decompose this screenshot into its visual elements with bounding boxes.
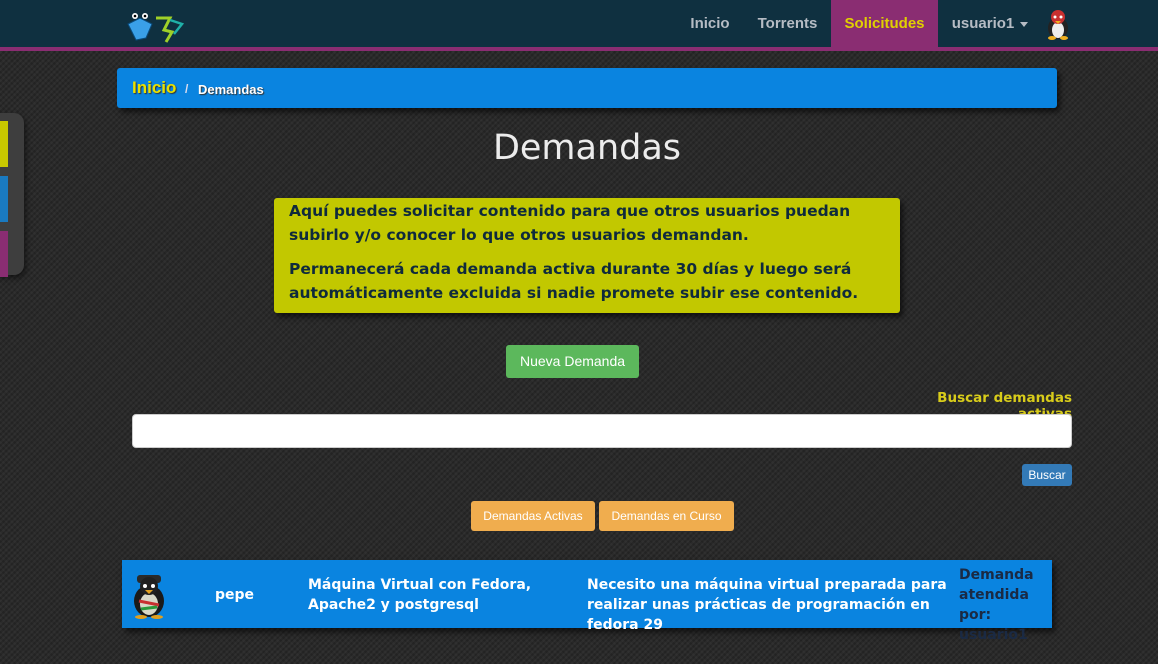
demand-description: Necesito una máquina virtual preparada p…: [587, 577, 947, 633]
side-tools-button[interactable]: [0, 176, 8, 222]
search-input[interactable]: [132, 414, 1072, 448]
breadcrumb: Inicio / Demandas: [117, 68, 1057, 108]
nav-inicio[interactable]: Inicio: [680, 0, 740, 47]
alert-text-2: Permanecerá cada demanda activa durante …: [289, 260, 859, 302]
demand-user: pepe: [215, 587, 255, 603]
in-progress-demands-button[interactable]: Demandas en Curso: [599, 501, 734, 531]
user-avatar-icon[interactable]: [1043, 8, 1073, 40]
info-alert: Aquí puedes solicitar contenido para que…: [274, 198, 900, 313]
top-navbar: Inicio Torrents Solicitudes usuario1: [0, 0, 1158, 51]
side-extra-button[interactable]: [0, 231, 8, 277]
new-demand-button[interactable]: Nueva Demanda: [506, 345, 639, 378]
chevron-down-icon: [1020, 21, 1029, 27]
alert-text-1: Aquí puedes solicitar contenido para que…: [289, 202, 851, 244]
search-button[interactable]: Buscar: [1022, 464, 1072, 486]
breadcrumb-current: Demandas: [198, 82, 264, 97]
nav-torrents[interactable]: Torrents: [750, 0, 825, 47]
demand-row[interactable]: pepe Máquina Virtual con Fedora, Apache2…: [122, 560, 1052, 643]
demand-title[interactable]: Máquina Virtual con Fedora, Apache2 y po…: [308, 575, 580, 615]
nav-solicitudes[interactable]: Solicitudes: [831, 0, 938, 47]
demand-user-avatar-icon: [134, 575, 164, 619]
breadcrumb-separator: /: [185, 82, 189, 96]
breadcrumb-home-link[interactable]: Inicio: [132, 78, 176, 98]
active-demands-button[interactable]: Demandas Activas: [471, 501, 595, 531]
demand-status: Demanda atendida por: usuario1: [959, 567, 1034, 643]
site-logo-icon[interactable]: [126, 10, 184, 44]
page-title: Demandas: [492, 128, 682, 168]
user-menu[interactable]: usuario1: [945, 0, 1035, 47]
user-menu-label: usuario1: [951, 15, 1015, 32]
